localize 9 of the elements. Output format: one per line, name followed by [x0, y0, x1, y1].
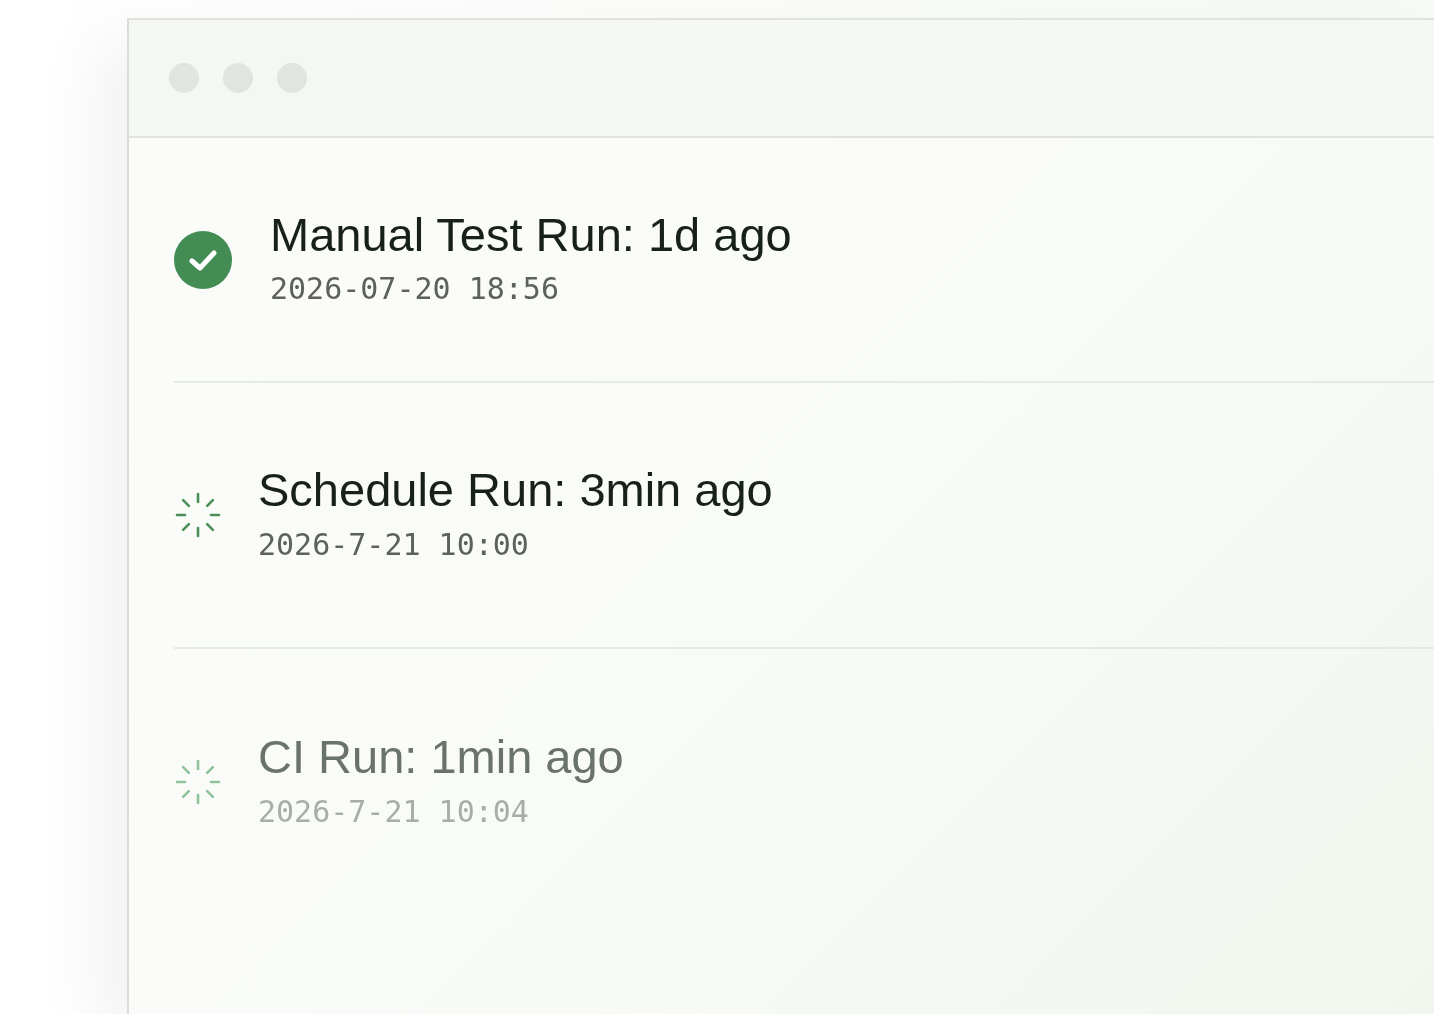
check-circle-icon [174, 230, 232, 289]
spinner-icon [174, 758, 222, 806]
spinner-icon [174, 491, 222, 539]
run-title: Schedule Run: 3min ago [258, 463, 773, 518]
run-timestamp: 2026-7-21 10:04 [258, 792, 530, 831]
run-title: CI Run: 1min ago [258, 730, 624, 785]
run-title: Manual Test Run: 1d ago [270, 207, 792, 262]
run-timestamp: 2026-07-20 18:56 [270, 270, 560, 308]
run-timestamp: 2026-7-21 10:00 [258, 525, 530, 564]
